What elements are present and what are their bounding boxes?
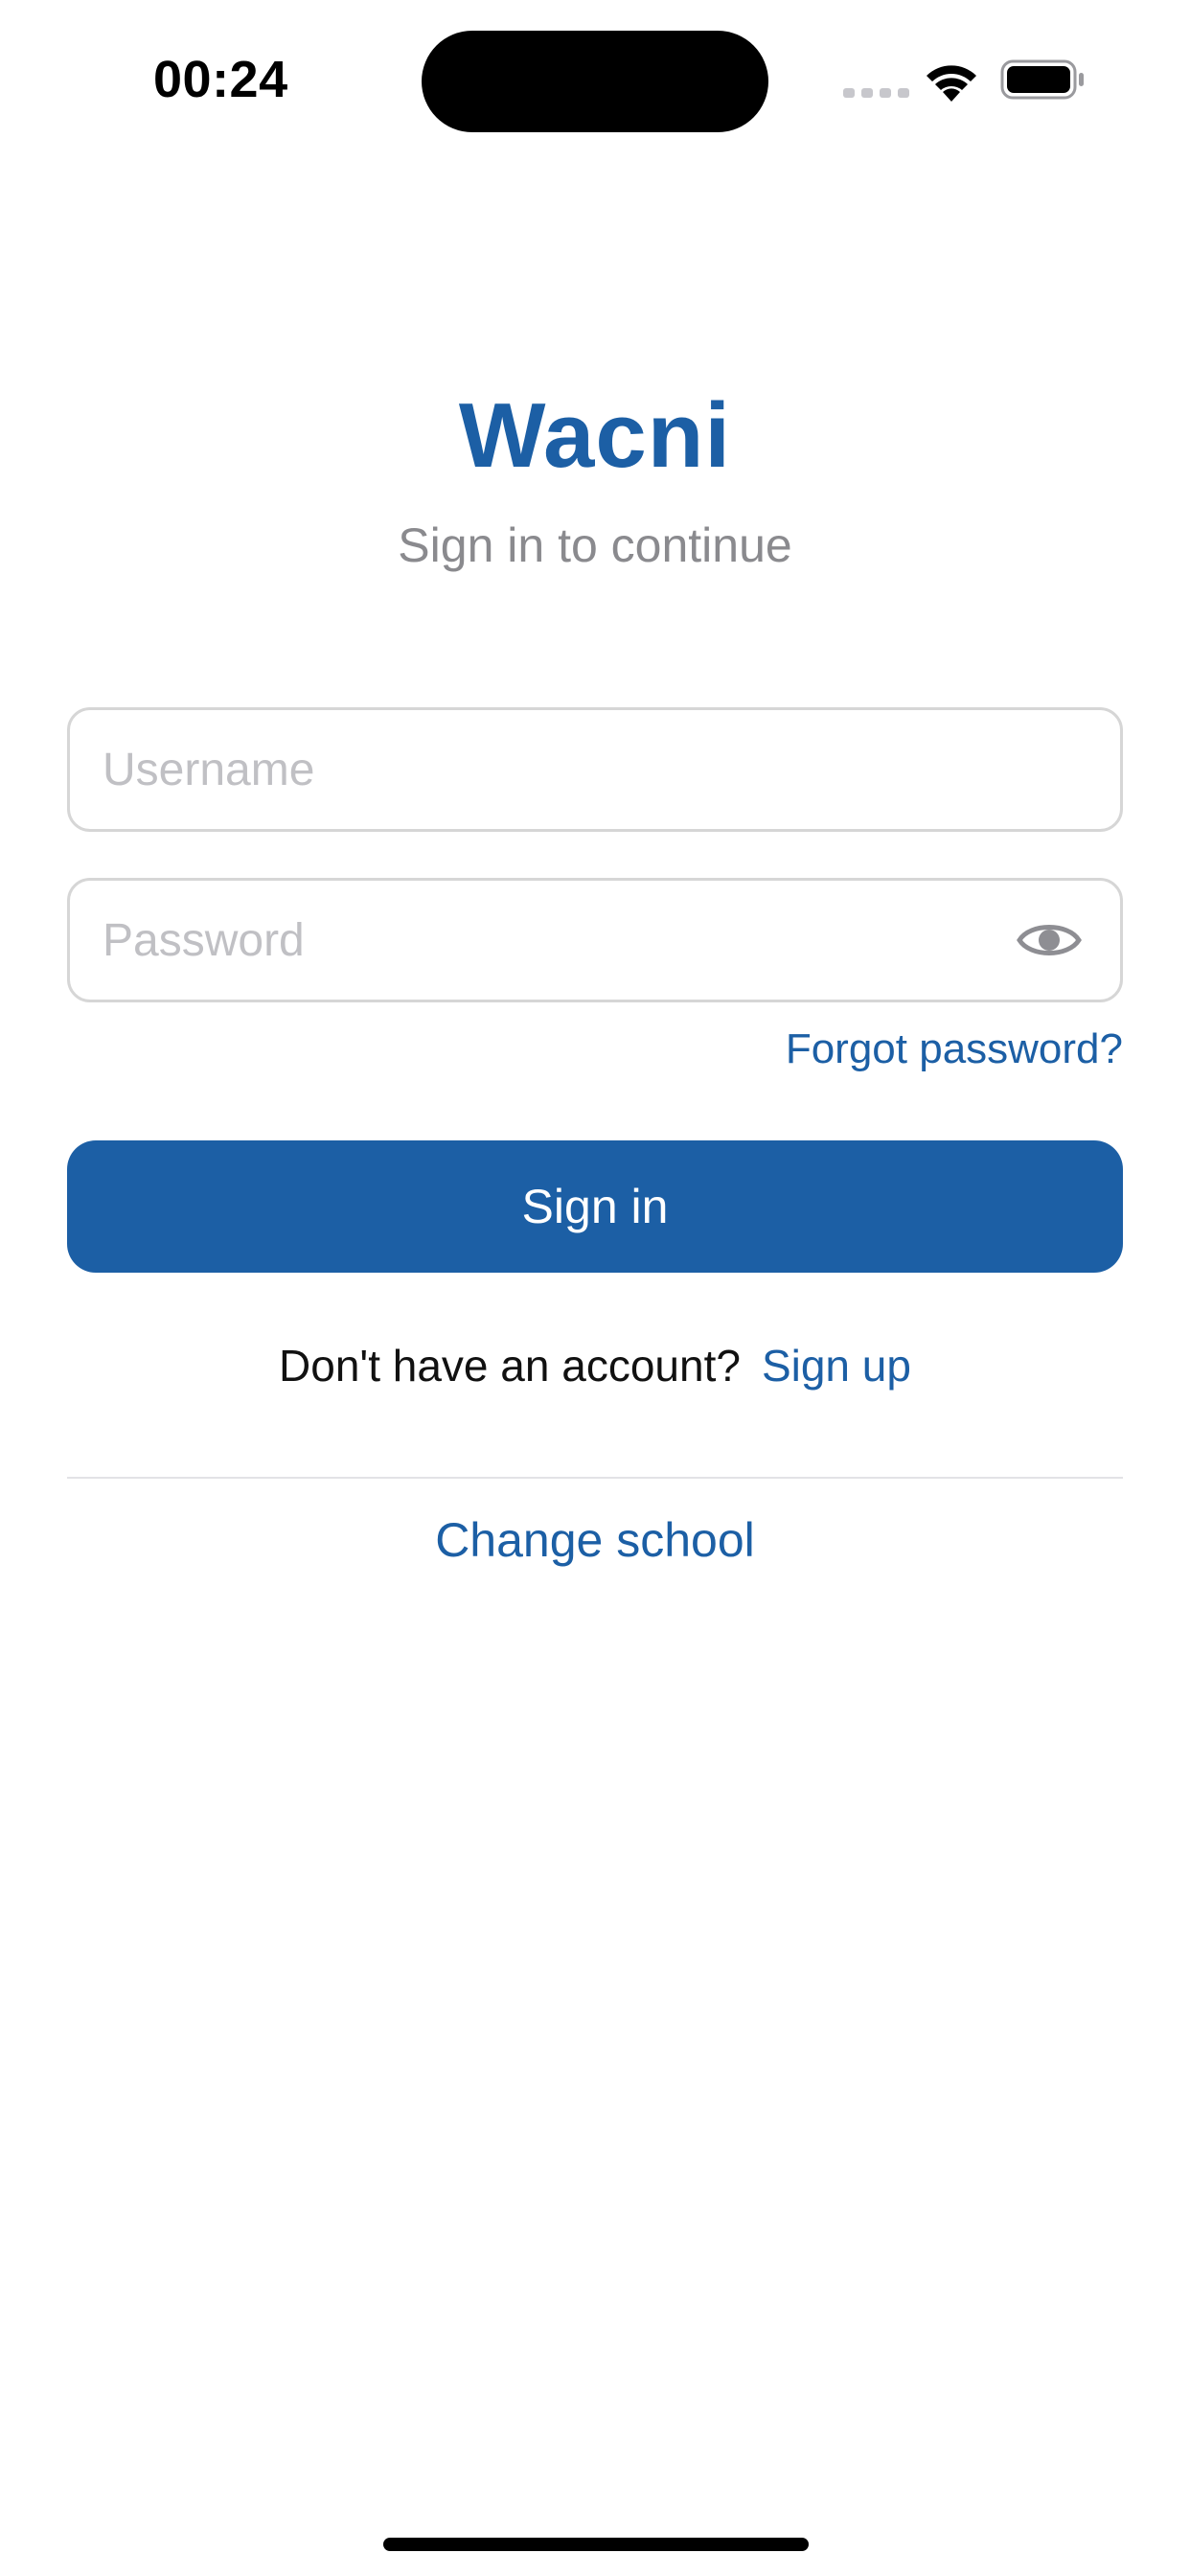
app-title: Wacni	[458, 384, 732, 487]
status-time: 00:24	[153, 51, 288, 108]
username-input[interactable]	[103, 710, 1022, 829]
change-school-link[interactable]: Change school	[0, 1512, 1190, 1568]
password-field[interactable]	[67, 878, 1123, 1002]
forgot-password-link[interactable]: Forgot password?	[786, 1025, 1123, 1073]
home-indicator[interactable]	[383, 2538, 809, 2551]
sign-in-subtitle: Sign in to continue	[398, 518, 792, 572]
sign-up-link[interactable]: Sign up	[762, 1341, 911, 1391]
signup-row: Don't have an account? Sign up	[0, 1340, 1190, 1392]
dynamic-island	[422, 31, 768, 132]
sign-in-button[interactable]: Sign in	[67, 1140, 1123, 1273]
divider	[67, 1477, 1123, 1479]
eye-icon[interactable]	[1017, 915, 1082, 965]
status-bar: 00:24	[0, 0, 1190, 153]
cellular-signal-icon	[843, 88, 909, 98]
signup-prompt: Don't have an account?	[279, 1341, 741, 1391]
username-field[interactable]	[67, 707, 1123, 832]
battery-icon	[1000, 59, 1084, 100]
password-input[interactable]	[103, 881, 1022, 1000]
wifi-icon	[927, 65, 976, 102]
